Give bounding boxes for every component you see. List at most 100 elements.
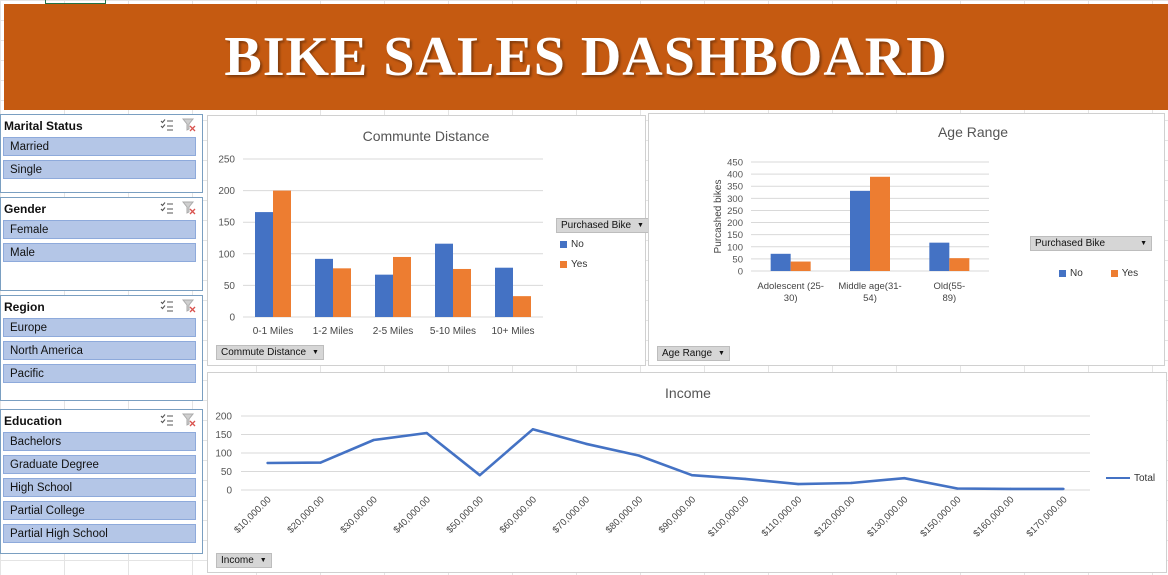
clear-filter-icon xyxy=(182,201,196,214)
legend-label-no: No xyxy=(571,238,584,250)
income-field-button[interactable]: Income ▼ xyxy=(216,553,272,568)
commute-legend: No Yes xyxy=(560,234,587,274)
y-tick-label: 200 xyxy=(215,412,232,423)
income-field-label: Income xyxy=(221,555,254,566)
y-tick-label: 200 xyxy=(218,186,235,197)
bar-no xyxy=(435,243,453,317)
legend-swatch-yes xyxy=(1110,269,1118,277)
x-tick-label: $110,000.00 xyxy=(760,494,805,539)
bar-yes xyxy=(949,258,970,271)
clear-filter-icon xyxy=(182,299,196,312)
y-tick-label: 450 xyxy=(727,158,743,169)
y-tick-label: 250 xyxy=(218,155,235,166)
commute-distance-field-label: Commute Distance xyxy=(221,347,307,358)
slicer-item[interactable]: High School xyxy=(3,478,196,497)
slicer-item[interactable]: Married xyxy=(3,137,196,156)
y-tick-label: 0 xyxy=(738,267,743,278)
slicer-item[interactable]: Male xyxy=(3,243,196,262)
income-chart[interactable]: Income 0 50 100 150 200 $10,000.00 $20,000.00 $3… xyxy=(207,372,1167,573)
commute-distance-chart[interactable]: Communte Distance 0 50 100 150 200 250 0-1 Mile… xyxy=(207,115,649,366)
bar-yes xyxy=(513,296,531,317)
slicer-item[interactable]: Bachelors xyxy=(3,432,196,451)
slicer-item[interactable]: North America xyxy=(3,341,196,360)
age-range-field-label: Age Range xyxy=(662,348,713,359)
multi-select-button[interactable] xyxy=(160,201,174,218)
multi-select-icon xyxy=(160,413,173,425)
y-tick-label: 100 xyxy=(218,249,235,260)
multi-select-button[interactable] xyxy=(160,413,174,430)
y-tick-label: 350 xyxy=(727,182,743,193)
clear-filter-button[interactable] xyxy=(182,118,196,135)
slicer-item[interactable]: Graduate Degree xyxy=(3,455,196,474)
slicer-item[interactable]: Partial College xyxy=(3,501,196,520)
bar-yes xyxy=(333,268,351,317)
legend-swatch-yes xyxy=(560,260,567,268)
multi-select-button[interactable] xyxy=(160,299,174,316)
legend-label-yes: Yes xyxy=(1121,267,1139,279)
slicer-title: Education xyxy=(4,414,63,428)
bar-no xyxy=(929,242,950,271)
slicer-item[interactable]: Single xyxy=(3,160,196,179)
bar-no xyxy=(495,267,513,317)
x-tick-label: $40,000.00 xyxy=(391,494,432,535)
dropdown-arrow-icon: ▼ xyxy=(312,349,319,356)
x-tick-label: $170,000.00 xyxy=(1024,494,1069,539)
dropdown-arrow-icon: ▼ xyxy=(1140,240,1147,247)
bar-yes xyxy=(273,190,291,317)
y-tick-label: 50 xyxy=(224,281,236,292)
chart-title: Income xyxy=(665,385,711,401)
y-axis-label: Purcashed bikes xyxy=(713,180,724,254)
x-tick-label: $10,000.00 xyxy=(232,494,273,535)
gender-slicer: Gender Female Male xyxy=(0,197,203,291)
dropdown-arrow-icon: ▼ xyxy=(259,557,267,564)
x-tick-label: $90,000.00 xyxy=(657,494,698,535)
slicer-title: Region xyxy=(4,300,45,314)
clear-filter-icon xyxy=(182,413,196,426)
slicer-header: Region xyxy=(1,296,202,318)
slicer-header: Marital Status xyxy=(1,115,202,137)
bar-no xyxy=(850,190,870,271)
slicer-item[interactable]: Pacific xyxy=(3,364,196,383)
x-tick-label: Middle age(31- xyxy=(838,281,901,292)
multi-select-button[interactable] xyxy=(160,118,174,135)
commute-purchased-bike-legend-button[interactable]: Purchased Bike ▼ xyxy=(556,218,649,233)
y-tick-label: 250 xyxy=(727,206,743,217)
age-range-field-button[interactable]: Age Range ▼ xyxy=(657,346,730,361)
commute-distance-field-button[interactable]: Commute Distance ▼ xyxy=(216,345,324,360)
bar-no xyxy=(770,253,791,271)
legend-swatch-no xyxy=(560,240,567,248)
slicer-item[interactable]: Europe xyxy=(3,318,196,337)
x-tick-label: $100,000.00 xyxy=(706,494,751,539)
bar-yes xyxy=(790,261,811,271)
x-tick-label: $60,000.00 xyxy=(498,494,539,535)
y-tick-label: 100 xyxy=(727,242,743,253)
age-legend-field-label: Purchased Bike xyxy=(1035,238,1106,249)
clear-filter-button[interactable] xyxy=(182,299,196,316)
legend-swatch-no xyxy=(1059,269,1066,277)
multi-select-icon xyxy=(160,201,173,213)
x-tick-label: 0-1 Miles xyxy=(253,326,294,337)
clear-filter-button[interactable] xyxy=(182,413,196,430)
slicer-item[interactable]: Partial High School xyxy=(3,524,196,543)
chart-title: Communte Distance xyxy=(363,128,490,144)
x-tick-label: $120,000.00 xyxy=(812,494,857,539)
y-tick-label: 50 xyxy=(732,254,743,265)
x-tick-label: 5-10 Miles xyxy=(430,326,476,337)
clear-filter-button[interactable] xyxy=(182,201,196,218)
age-range-chart[interactable]: Age Range 0 50 100 150 200 250 300 350 400 450 Adol… xyxy=(648,113,1165,366)
dashboard-banner: BIKE SALES DASHBOARD xyxy=(4,4,1168,110)
marital-status-slicer: Marital Status Married Single xyxy=(0,114,203,193)
dropdown-arrow-icon: ▼ xyxy=(637,222,644,229)
bar-yes xyxy=(870,176,890,271)
x-tick-label: $150,000.00 xyxy=(918,494,963,539)
bar-yes xyxy=(453,268,471,317)
y-tick-label: 200 xyxy=(727,218,743,229)
income-total-line xyxy=(267,427,1064,491)
age-purchased-bike-legend-button[interactable]: Purchased Bike ▼ xyxy=(1030,236,1152,251)
x-tick-label: Old(55- xyxy=(933,281,965,292)
commute-legend-field-label: Purchased Bike xyxy=(561,220,632,231)
slicer-title: Gender xyxy=(4,202,47,216)
slicer-item[interactable]: Female xyxy=(3,220,196,239)
income-plot: Income 0 50 100 150 200 $10,000.00 $20,000.00 $3… xyxy=(215,385,1090,539)
chart-title: Age Range xyxy=(938,124,1008,140)
